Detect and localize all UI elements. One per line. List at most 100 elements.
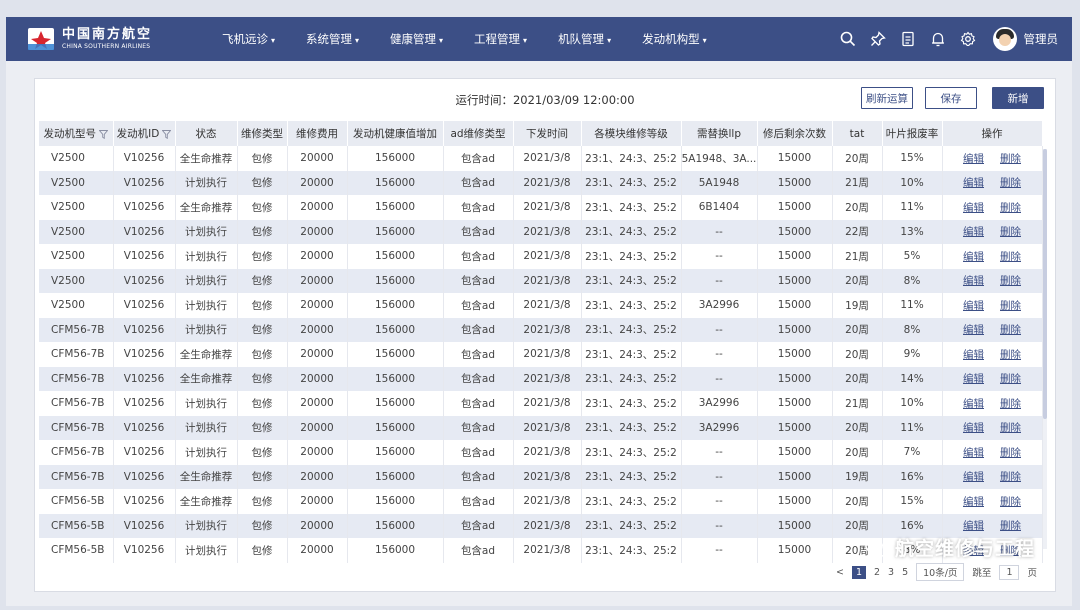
page-unit-label: 页 <box>1027 568 1037 579</box>
table-row[interactable]: V2500 V10256 计划执行 包修 20000 156000 包含ad 2021/3/8… <box>39 293 1043 318</box>
delete-link[interactable]: 删除 <box>1000 300 1021 312</box>
edit-link[interactable]: 编辑 <box>963 520 984 532</box>
delete-link[interactable]: 删除 <box>1000 153 1021 165</box>
nav-aircraft-remote-diagnosis[interactable]: 飞机远诊 ▾ <box>222 31 275 47</box>
table-row[interactable]: V2500 V10256 全生命推荐 包修 20000 156000 包含ad 2021/3/… <box>39 146 1043 171</box>
table-row[interactable]: CFM56-7B V10256 计划执行 包修 20000 156000 包含ad 2021/… <box>39 415 1043 440</box>
nav-health-management[interactable]: 健康管理 ▾ <box>390 31 443 47</box>
edit-link[interactable]: 编辑 <box>963 300 984 312</box>
goto-label: 跳至 <box>972 568 992 579</box>
vertical-scrollbar[interactable] <box>1043 149 1047 549</box>
gear-icon[interactable] <box>953 24 983 54</box>
search-icon[interactable] <box>833 24 863 54</box>
table-row[interactable]: CFM56-5B V10256 全生命推荐 包修 20000 156000 包含ad 2021… <box>39 489 1043 514</box>
prev-page-button[interactable]: < <box>836 567 844 578</box>
llp-replace-cell: -- <box>681 317 758 342</box>
filter-icon[interactable] <box>99 129 108 139</box>
delete-link[interactable]: 删除 <box>1000 496 1021 508</box>
edit-link[interactable]: 编辑 <box>963 496 984 508</box>
table-row[interactable]: V2500 V10256 计划执行 包修 20000 156000 包含ad 2021/3/8… <box>39 170 1043 195</box>
delete-link[interactable]: 删除 <box>1000 520 1021 532</box>
delete-link[interactable]: 删除 <box>1000 398 1021 410</box>
edit-link[interactable]: 编辑 <box>963 177 984 189</box>
pin-icon[interactable] <box>863 24 893 54</box>
edit-link[interactable]: 编辑 <box>963 471 984 483</box>
edit-link[interactable]: 编辑 <box>963 226 984 238</box>
engine-id-cell: V10256 <box>113 293 176 318</box>
content-panel: 运行时间：2021/03/09 12:00:00 刷新运算 保存 新增 发动机型… <box>6 61 1072 606</box>
actions-cell: 编辑 删除 <box>942 268 1043 293</box>
page-1-button[interactable]: 1 <box>851 565 866 579</box>
status-cell: 计划执行 <box>175 415 238 440</box>
page-size-select[interactable]: 10条/页 <box>916 563 965 581</box>
engine-model-cell: CFM56-7B <box>39 317 114 342</box>
table-row[interactable]: CFM56-7B V10256 计划执行 包修 20000 156000 包含ad 2021/… <box>39 317 1043 342</box>
page-3-button[interactable]: 3 <box>888 567 894 578</box>
page-2-button[interactable]: 2 <box>874 567 880 578</box>
edit-link[interactable]: 编辑 <box>963 153 984 165</box>
delete-link[interactable]: 删除 <box>1000 177 1021 189</box>
table-row[interactable]: CFM56-7B V10256 全生命推荐 包修 20000 156000 包含ad 2021… <box>39 342 1043 367</box>
table-row[interactable]: V2500 V10256 全生命推荐 包修 20000 156000 包含ad 2021/3/… <box>39 195 1043 220</box>
edit-link[interactable]: 编辑 <box>963 251 984 263</box>
delete-link[interactable]: 删除 <box>1000 275 1021 287</box>
scrollbar-thumb[interactable] <box>1043 149 1047 419</box>
edit-link[interactable]: 编辑 <box>963 324 984 336</box>
remaining-cycles-cell: 15000 <box>757 538 833 563</box>
status-cell: 计划执行 <box>175 244 238 269</box>
nav-system-management[interactable]: 系统管理 ▾ <box>306 31 359 47</box>
goto-page-input[interactable]: 1 <box>999 564 1020 580</box>
delete-link[interactable]: 删除 <box>1000 447 1021 459</box>
ad-type-cell: 包含ad <box>443 195 514 220</box>
delete-link[interactable]: 删除 <box>1000 349 1021 361</box>
col-header-issue-time: 下发时间 <box>513 121 582 146</box>
nav-fleet-management[interactable]: 机队管理 ▾ <box>558 31 611 47</box>
remaining-cycles-cell: 15000 <box>757 317 833 342</box>
table-row[interactable]: V2500 V10256 计划执行 包修 20000 156000 包含ad 2021/3/8… <box>39 244 1043 269</box>
col-header-engine-id[interactable]: 发动机ID <box>113 121 176 146</box>
blade-scrap-rate-cell: 11% <box>882 293 943 318</box>
status-cell: 全生命推荐 <box>175 195 238 220</box>
table-row[interactable]: CFM56-7B V10256 计划执行 包修 20000 156000 包含ad 2021/… <box>39 440 1043 465</box>
table-row[interactable]: CFM56-7B V10256 全生命推荐 包修 20000 156000 包含ad 2021… <box>39 366 1043 391</box>
edit-link[interactable]: 编辑 <box>963 422 984 434</box>
nav-engineering-management[interactable]: 工程管理 ▾ <box>474 31 527 47</box>
table-row[interactable]: V2500 V10256 计划执行 包修 20000 156000 包含ad 2021/3/8… <box>39 268 1043 293</box>
table-row[interactable]: CFM56-7B V10256 计划执行 包修 20000 156000 包含ad 2021/… <box>39 391 1043 416</box>
airline-logo[interactable]: 中国南方航空 CHINA SOUTHERN AIRLINES <box>28 28 198 50</box>
user-name[interactable]: 管理员 <box>1024 31 1059 47</box>
module-levels-cell: 23:1、24:3、25:2 <box>581 489 682 514</box>
table-body: V2500 V10256 全生命推荐 包修 20000 156000 包含ad 2021/3/… <box>39 146 1043 563</box>
avatar[interactable] <box>992 27 1017 51</box>
add-button[interactable]: 新增 <box>992 87 1044 109</box>
llp-replace-cell: -- <box>681 464 758 489</box>
ad-type-cell: 包含ad <box>443 513 514 538</box>
delete-link[interactable]: 删除 <box>1000 202 1021 214</box>
delete-link[interactable]: 删除 <box>1000 373 1021 385</box>
edit-link[interactable]: 编辑 <box>963 398 984 410</box>
nav-engine-configuration[interactable]: 发动机构型 ▾ <box>642 31 707 47</box>
table-row[interactable]: V2500 V10256 计划执行 包修 20000 156000 包含ad 2021/3/8… <box>39 219 1043 244</box>
edit-link[interactable]: 编辑 <box>963 373 984 385</box>
health-increase-cell: 156000 <box>347 268 444 293</box>
delete-link[interactable]: 删除 <box>1000 324 1021 336</box>
filter-icon[interactable] <box>162 129 172 139</box>
delete-link[interactable]: 删除 <box>1000 226 1021 238</box>
status-cell: 计划执行 <box>175 219 238 244</box>
health-increase-cell: 156000 <box>347 489 444 514</box>
edit-link[interactable]: 编辑 <box>963 202 984 214</box>
table-row[interactable]: CFM56-7B V10256 全生命推荐 包修 20000 156000 包含ad 2021… <box>39 464 1043 489</box>
delete-link[interactable]: 删除 <box>1000 422 1021 434</box>
page-5-button[interactable]: 5 <box>902 567 908 578</box>
edit-link[interactable]: 编辑 <box>963 275 984 287</box>
delete-link[interactable]: 删除 <box>1000 471 1021 483</box>
col-header-engine-model[interactable]: 发动机型号 <box>39 121 114 146</box>
document-icon[interactable] <box>893 24 923 54</box>
delete-link[interactable]: 删除 <box>1000 251 1021 263</box>
edit-link[interactable]: 编辑 <box>963 349 984 361</box>
tat-cell: 19周 <box>832 293 883 318</box>
refresh-calculation-button[interactable]: 刷新运算 <box>861 87 913 109</box>
bell-icon[interactable] <box>923 24 953 54</box>
save-button[interactable]: 保存 <box>925 87 977 109</box>
edit-link[interactable]: 编辑 <box>963 447 984 459</box>
